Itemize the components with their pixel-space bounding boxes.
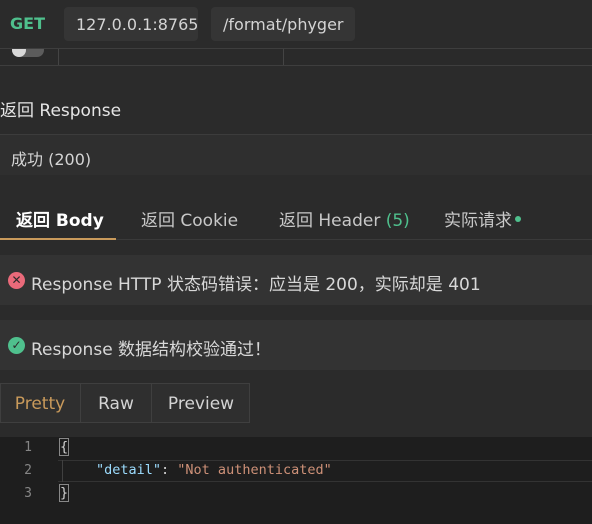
column-divider — [58, 49, 59, 65]
http-method[interactable]: GET — [10, 14, 45, 33]
param-row — [0, 48, 592, 66]
active-tab-indicator — [0, 238, 116, 240]
tab-header-label: 返回 Header — [279, 211, 386, 231]
line-number: 1 — [24, 440, 32, 455]
pretty-button[interactable]: Pretty — [0, 383, 80, 423]
column-divider — [283, 49, 284, 65]
path-field[interactable]: /format/phyger — [211, 7, 355, 41]
tab-header[interactable]: 返回 Header (5) — [279, 206, 410, 231]
indent-guide — [62, 460, 63, 482]
line-number: 2 — [24, 463, 32, 478]
tab-body[interactable]: 返回 Body — [16, 206, 104, 231]
code-line-1: { — [58, 438, 70, 456]
json-key: "detail" — [96, 462, 162, 478]
close-brace: } — [58, 484, 70, 502]
status-dot-icon — [515, 216, 521, 222]
assertion-error-text: Response HTTP 状态码错误：应当是 200，实际却是 401 — [31, 275, 481, 295]
line-number: 3 — [24, 486, 32, 501]
raw-button[interactable]: Raw — [80, 383, 151, 423]
code-line-2: "detail": "Not authenticated" — [96, 462, 332, 478]
json-value: "Not authenticated" — [177, 462, 332, 478]
response-section-title: 返回 Response — [0, 101, 122, 121]
tab-actual-request-label: 实际请求 — [444, 211, 512, 231]
tab-actual-request[interactable]: 实际请求 — [444, 206, 521, 231]
code-line-3: } — [58, 484, 70, 502]
host-field[interactable]: 127.0.0.1:8765 — [64, 7, 198, 41]
preview-button[interactable]: Preview — [151, 383, 250, 423]
tab-cookie[interactable]: 返回 Cookie — [141, 206, 238, 231]
json-colon: : — [161, 462, 178, 478]
response-status: 成功 (200) — [11, 150, 92, 169]
open-brace: { — [58, 438, 70, 456]
check-icon: ✓ — [8, 337, 25, 354]
assertion-success-text: Response 数据结构校验通过！ — [31, 340, 272, 360]
header-count-badge: (5) — [385, 211, 410, 231]
error-icon: ✕ — [8, 272, 25, 289]
